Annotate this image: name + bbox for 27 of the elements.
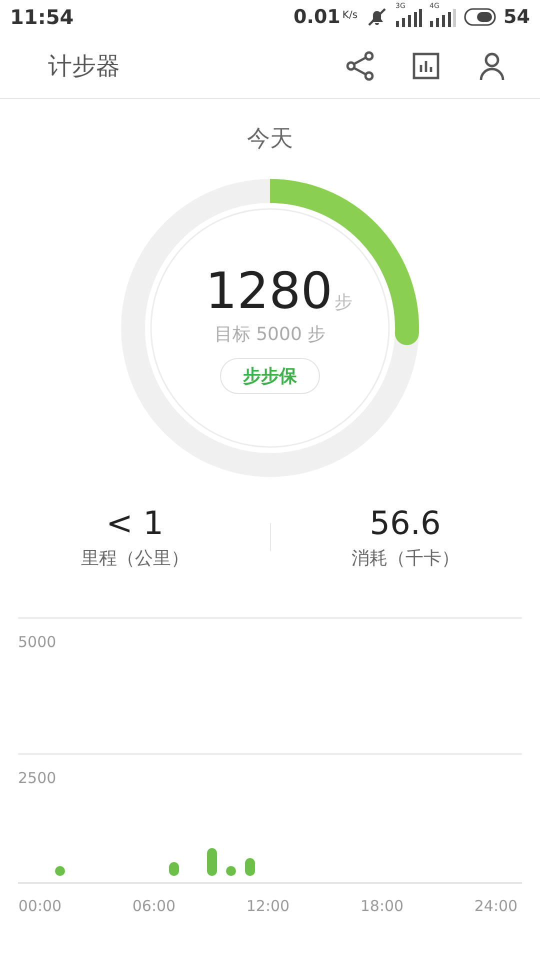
x-axis-label: 24:00 — [474, 897, 518, 915]
goal-text: 目标 5000 步 — [214, 323, 326, 346]
step-unit: 步 — [334, 291, 353, 314]
signal-icon — [396, 7, 422, 27]
share-icon[interactable] — [344, 50, 376, 82]
x-axis-label: 00:00 — [18, 897, 62, 915]
step-count: 1280 — [205, 262, 333, 320]
stat-label: 消耗（千卡） — [351, 547, 460, 570]
y-axis-label: 5000 — [18, 633, 56, 651]
battery-level: 54 — [504, 6, 530, 28]
speed-unit: K/s — [342, 10, 358, 21]
bar-chart-icon[interactable] — [410, 50, 442, 82]
stat-label: 里程（公里） — [80, 547, 189, 570]
stat-value: < 1 — [106, 504, 164, 542]
x-axis-label: 18:00 — [360, 897, 404, 915]
battery-icon — [464, 8, 496, 26]
mute-bell-icon — [366, 6, 388, 28]
network-speed: 0.01 — [294, 6, 340, 28]
day-label: 今天 — [247, 125, 293, 154]
x-axis-label: 06:00 — [132, 897, 176, 915]
status-time: 11:54 — [10, 5, 74, 29]
insurance-button[interactable]: 步步保 — [220, 358, 320, 394]
app-title: 计步器 — [48, 51, 120, 82]
x-axis-label: 12:00 — [246, 897, 290, 915]
signal-icon — [430, 7, 456, 27]
stat-value: 56.6 — [370, 504, 441, 542]
y-axis-label: 2500 — [18, 769, 56, 787]
